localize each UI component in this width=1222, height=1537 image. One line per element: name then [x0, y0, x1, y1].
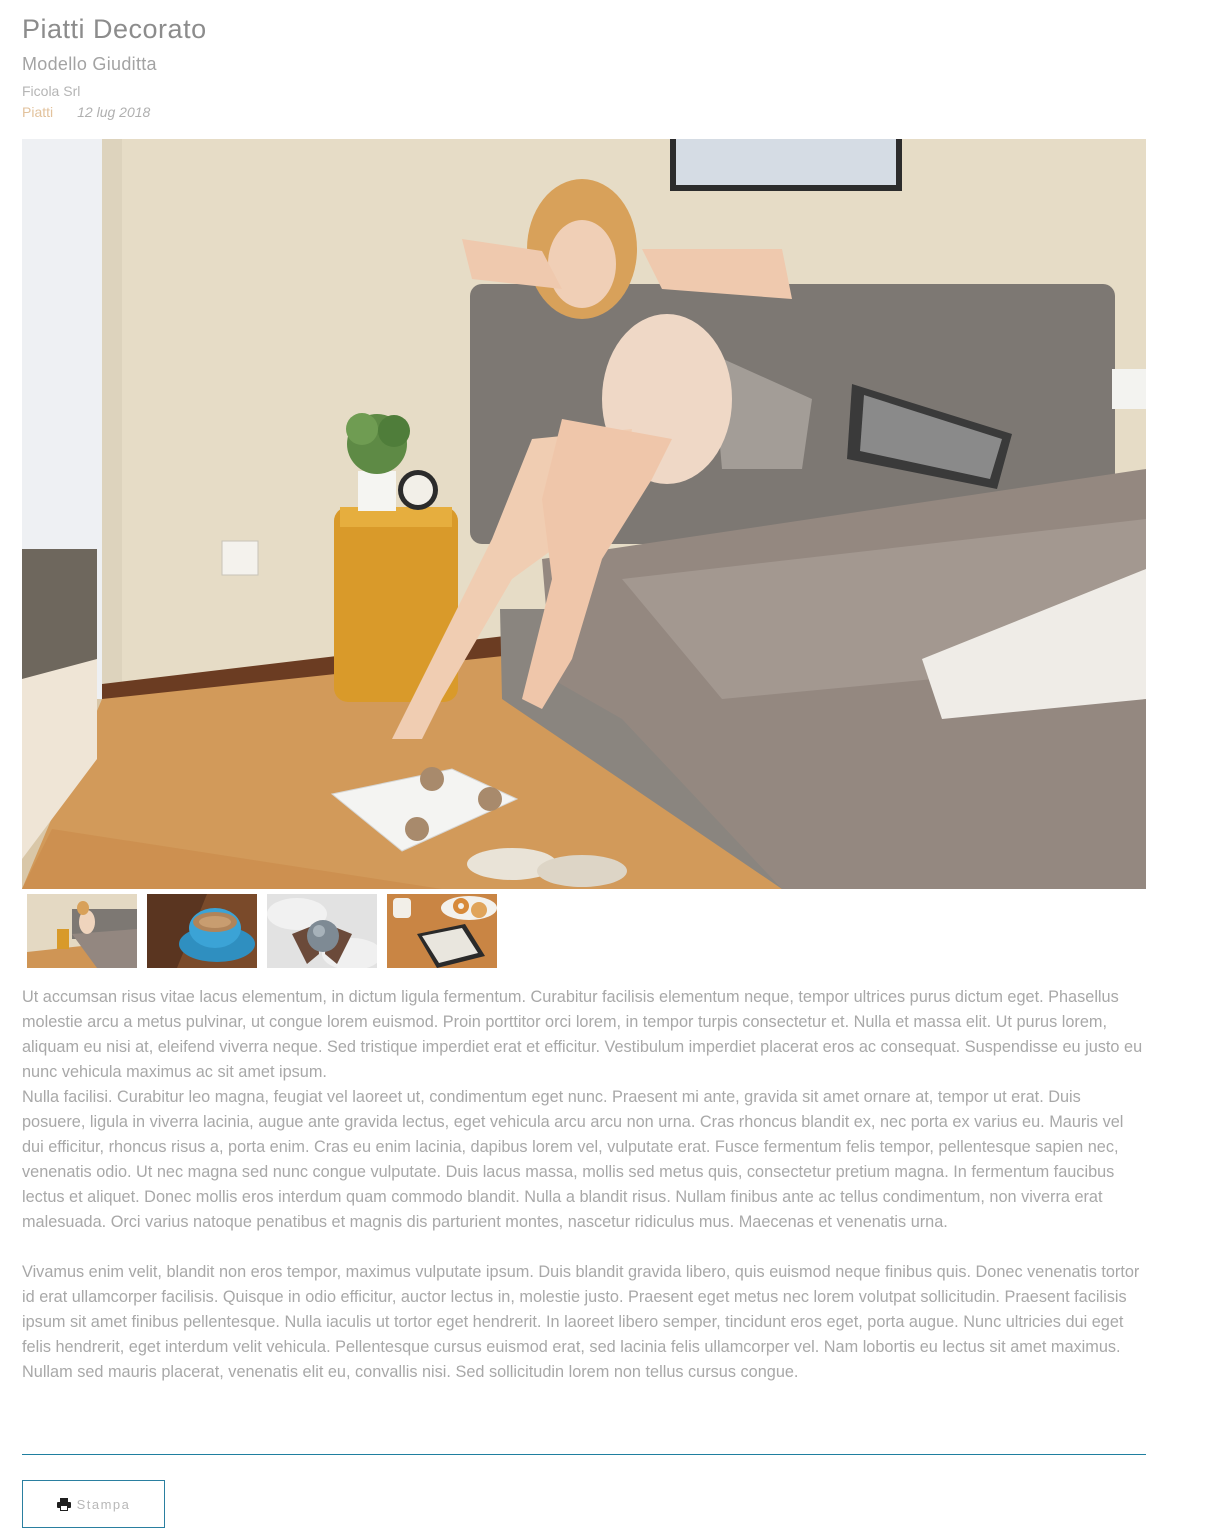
company-name: Ficola Srl — [22, 83, 81, 99]
main-product-image — [22, 139, 1146, 889]
print-button-label: Stampa — [76, 1496, 131, 1512]
page-title: Piatti Decorato — [22, 14, 207, 44]
post-date: 12 lug 2018 — [77, 104, 151, 120]
description-paragraph: Nulla facilisi. Curabitur leo magna, feu… — [22, 1088, 1124, 1231]
printer-icon — [56, 1497, 71, 1511]
ereader-donuts-thumbnail[interactable] — [387, 894, 497, 968]
description-paragraph: Vivamus enim velit, blandit non eros tem… — [22, 1263, 1140, 1381]
print-button[interactable]: Stampa — [22, 1480, 165, 1528]
product-subtitle: Modello Giuditta — [22, 54, 157, 74]
thumbnail-strip — [27, 894, 497, 968]
section-divider — [22, 1454, 1146, 1455]
description-paragraph: Ut accumsan risus vitae lacus elementum,… — [22, 988, 1143, 1081]
product-description: Ut accumsan risus vitae lacus elementum,… — [22, 985, 1146, 1385]
hands-ball-thumbnail[interactable] — [267, 894, 377, 968]
coffee-cup-thumbnail[interactable] — [147, 894, 257, 968]
category-link[interactable]: Piatti — [22, 104, 53, 120]
post-meta: Piatti 12 lug 2018 — [22, 104, 150, 120]
bedroom-thumbnail[interactable] — [27, 894, 137, 968]
